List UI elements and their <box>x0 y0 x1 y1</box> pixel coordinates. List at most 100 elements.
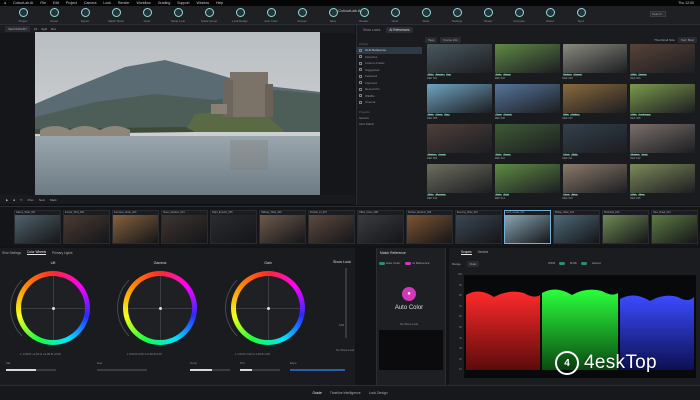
timeline-clip[interactable]: Bridge_Wide_012 <box>553 210 600 244</box>
reference-thumbnail[interactable]: Medium Dusk REF 012 <box>630 124 695 162</box>
show-look-slider[interactable] <box>345 268 347 338</box>
timeline-clip[interactable]: Moorland_013 <box>602 210 649 244</box>
apple-icon[interactable]: ● <box>4 1 6 5</box>
reference-thumbnail[interactable]: Medium Crowd REF 009 <box>427 124 492 162</box>
reference-thumbnail[interactable]: Wide Interior REF 004 <box>630 44 695 82</box>
menu-help[interactable]: Help <box>216 1 223 5</box>
toolbar-button[interactable]: Undo <box>380 8 410 23</box>
tab-primary-lights[interactable]: Primary Lights <box>52 251 72 255</box>
timeline-clip[interactable]: Glen_Road_014 <box>651 210 698 244</box>
timeline-clip[interactable]: Street_Medium_004 <box>161 210 208 244</box>
viewer-btn-split[interactable]: Split <box>41 27 47 31</box>
tab-ai-references[interactable]: AI References <box>386 27 413 33</box>
toggle-ai-reference[interactable]: Ai Reference <box>405 261 430 265</box>
auto-color-icon[interactable]: ● <box>402 287 416 301</box>
sidebar-project-item[interactable]: Shot Match <box>356 121 422 128</box>
tab-show-looks[interactable]: Show Looks <box>360 27 383 33</box>
hue-slider[interactable] <box>97 369 147 371</box>
gain-wheel-handle[interactable] <box>266 306 270 310</box>
toggle-auto-color[interactable]: Auto Color <box>379 261 400 265</box>
toolbar-button[interactable]: Match Shots <box>101 8 131 23</box>
transport-mark[interactable]: Mark <box>50 198 57 202</box>
timeline-clip[interactable]: Portrait_Lit_007 <box>308 210 355 244</box>
scope-range[interactable]: Range <box>452 262 461 266</box>
timeline-clip[interactable]: Night_Exterior_005 <box>210 210 257 244</box>
tint-slider[interactable] <box>240 369 280 371</box>
toolbar-button[interactable]: Viewer <box>473 8 503 23</box>
scope-gamut[interactable]: Gamut <box>592 261 601 265</box>
viewer-btn-fit[interactable]: Fit <box>34 27 37 31</box>
menu-window[interactable]: Window <box>197 1 209 5</box>
timeline-clip[interactable]: Interview_Close_003 <box>112 210 159 244</box>
transport-next[interactable]: Next <box>39 198 45 202</box>
timeline-clip[interactable]: Kitchen_Medium_009 <box>406 210 453 244</box>
tab-look-design[interactable]: Look Design <box>369 391 388 395</box>
toolbar-button[interactable]: Sync <box>566 8 596 23</box>
menu-render[interactable]: Render <box>118 1 129 5</box>
stop-icon[interactable]: ■ <box>13 198 15 202</box>
menu-camera[interactable]: Camera <box>84 1 96 5</box>
tab-scopes[interactable]: Scopes <box>461 250 472 255</box>
toolbar-button[interactable]: Color <box>132 8 162 23</box>
toolbar-button[interactable]: Setup Look <box>163 8 193 23</box>
reference-thumbnail[interactable]: Wide Exterior Day REF 001 <box>427 44 492 82</box>
viewer-btn-ref[interactable]: Ref <box>51 27 56 31</box>
toolbar-button[interactable]: Grade Group <box>194 8 224 23</box>
menu-app[interactable]: ColourLab AI <box>13 1 33 5</box>
scope-rgb[interactable]: RGB <box>570 261 577 265</box>
tab-shot-settings[interactable]: Shot Settings <box>2 251 21 255</box>
expo-slider[interactable] <box>290 369 345 371</box>
timeline-clip[interactable]: Hallway_Wide_006 <box>259 210 306 244</box>
scope-gamut-toggle[interactable] <box>580 261 587 265</box>
reference-thumbnail[interactable]: Wide Forest REF 010 <box>494 124 560 162</box>
scope-rgb-toggle[interactable] <box>559 261 566 265</box>
toolbar-button[interactable]: Look Design <box>225 8 255 23</box>
scope-dual[interactable]: Dual <box>466 261 480 267</box>
tab-timeline-intelligence[interactable]: Timeline Intelligence <box>330 391 361 395</box>
reference-thumbnail[interactable]: Wide Nature REF 002 <box>494 44 560 82</box>
lift-wheel-handle[interactable] <box>51 306 55 310</box>
menu-project[interactable]: Project <box>66 1 77 5</box>
sat-slider[interactable] <box>6 369 56 371</box>
reference-thumbnail[interactable]: Wide Landscape REF 008 <box>630 84 695 122</box>
tab-vectors[interactable]: Vectors <box>478 250 489 255</box>
sort-dropdown[interactable]: Sort: Best <box>677 36 697 43</box>
loop-icon[interactable]: ↻ <box>20 198 23 202</box>
timeline-clip[interactable]: Office_Close_008 <box>357 210 404 244</box>
timeline-clip[interactable]: Interior_Shot_002 <box>63 210 110 244</box>
reference-thumbnail[interactable]: Close Portrait REF 006 <box>494 84 560 122</box>
toolbar-button[interactable]: Reset <box>535 8 565 23</box>
menu-workflow[interactable]: Workflow <box>136 1 150 5</box>
search-input[interactable]: Search <box>650 11 666 17</box>
viewer-source-label[interactable]: SECONDARY <box>5 26 30 32</box>
reference-thumbnail[interactable]: Wide Coast Day REF 005 <box>427 84 492 122</box>
menu-file[interactable]: File <box>40 1 46 5</box>
reference-thumbnail[interactable]: Close Night REF 011 <box>562 124 628 162</box>
reference-thumbnail[interactable]: Wide Field REF 014 <box>494 164 560 202</box>
toolbar-button[interactable]: Compare <box>504 8 534 23</box>
menu-edit[interactable]: Edit <box>53 1 59 5</box>
toolbar-button[interactable]: Import <box>39 8 69 23</box>
toolbar-button[interactable]: Export <box>70 8 100 23</box>
play-icon[interactable]: ▶ <box>6 198 8 202</box>
toolbar-button[interactable]: Scopes <box>287 8 317 23</box>
menu-look[interactable]: Look <box>103 1 111 5</box>
toolbar-button[interactable]: Settings <box>442 8 472 23</box>
reference-thumbnail[interactable]: Wide Moor REF 016 <box>630 164 695 202</box>
gamma-wheel-handle[interactable] <box>158 306 162 310</box>
scope-wfm[interactable]: WFM <box>548 261 555 265</box>
transport-prev[interactable]: Prev <box>28 198 34 202</box>
toolbar-button[interactable]: Project <box>8 8 38 23</box>
reference-thumbnail[interactable]: Wide Golden REF 007 <box>562 84 628 122</box>
filter-tags[interactable]: Tags <box>425 36 438 43</box>
reference-thumbnail[interactable]: Medium Portrait REF 003 <box>562 44 628 82</box>
timeline-clip[interactable]: Nature_Wide_001 <box>14 210 61 244</box>
toolbar-button[interactable]: Auto Color <box>256 8 286 23</box>
timeline-clip[interactable]: Loch_Castle_011 <box>504 210 551 244</box>
lift-wheel[interactable] <box>16 271 90 345</box>
tab-grade[interactable]: Grade <box>312 391 321 395</box>
gamma-wheel[interactable] <box>123 271 197 345</box>
temp-slider[interactable] <box>190 369 230 371</box>
menu-support[interactable]: Support <box>177 1 189 5</box>
reference-thumbnail[interactable]: Close Actor REF 015 <box>562 164 628 202</box>
